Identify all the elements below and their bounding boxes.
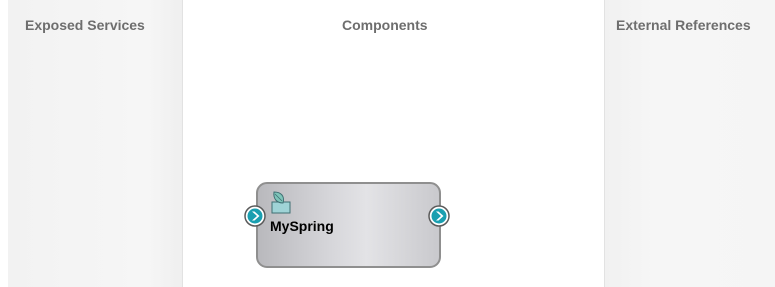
myspring-component[interactable]: MySpring <box>256 182 441 268</box>
composite-canvas: Exposed Services Components External Ref… <box>0 0 775 287</box>
reference-port-icon[interactable] <box>428 205 450 227</box>
components-heading: Components <box>342 17 428 33</box>
spring-bean-icon <box>269 189 297 217</box>
service-port-icon[interactable] <box>244 205 266 227</box>
exposed-services-heading: Exposed Services <box>25 17 145 33</box>
external-references-lane[interactable] <box>604 0 775 287</box>
component-name: MySpring <box>270 218 334 234</box>
external-references-heading: External References <box>616 17 751 33</box>
exposed-services-lane[interactable] <box>8 0 183 287</box>
